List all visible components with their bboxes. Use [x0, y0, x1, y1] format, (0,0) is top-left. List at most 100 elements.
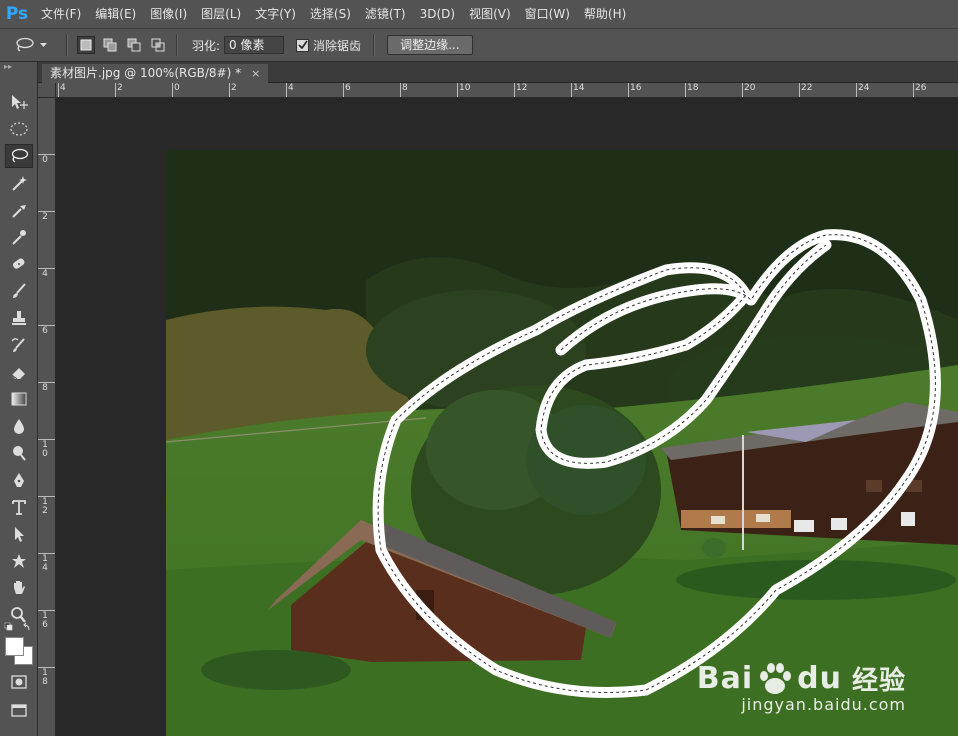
dodge-tool[interactable] [5, 441, 33, 465]
color-swatches[interactable] [4, 636, 34, 666]
custom-shape-tool[interactable] [5, 549, 33, 573]
magic-wand-icon [12, 176, 27, 191]
options-bar: 羽化: 0 像素 消除锯齿 调整边缘... [0, 28, 958, 62]
ruler-v-tick [38, 382, 55, 383]
default-colors-icon[interactable] [4, 622, 34, 637]
subtract-from-selection-button[interactable] [125, 36, 143, 54]
baidu-watermark: Bai du 经验 jingyan.baidu.com [697, 660, 906, 714]
menu-window[interactable]: 窗口(W) [518, 0, 577, 28]
menu-filter[interactable]: 滤镜(T) [358, 0, 413, 28]
ruler-h-label: 2 [117, 83, 123, 93]
menu-edit[interactable]: 编辑(E) [88, 0, 143, 28]
pen-icon [14, 473, 24, 487]
ruler-h-label: 14 [573, 83, 585, 93]
ruler-h-label: 4 [60, 83, 66, 93]
path-selection-tool[interactable] [5, 522, 33, 546]
ruler-h-tick [514, 83, 515, 97]
eraser-icon [11, 368, 25, 380]
history-brush-tool[interactable] [5, 333, 33, 357]
healing-brush-tool[interactable] [5, 252, 33, 276]
move-tool[interactable] [5, 90, 33, 114]
feather-input[interactable]: 0 像素 [224, 36, 285, 54]
gradient-tool[interactable] [5, 387, 33, 411]
ruler-v-tick [38, 268, 55, 269]
panel-grip-icon[interactable]: ▸▸ [0, 62, 37, 72]
menu-type[interactable]: 文字(Y) [248, 0, 303, 28]
antialias-checkbox[interactable] [296, 38, 310, 52]
ruler-h-label: 24 [858, 83, 870, 93]
foreground-color-swatch[interactable] [5, 637, 24, 656]
ruler-v-label: 2 [42, 212, 48, 222]
document-tab-title: 素材图片.jpg @ 100%(RGB/8#) * [50, 66, 242, 80]
hand-icon [14, 581, 25, 594]
horizontal-ruler[interactable]: 4 2 0 2 4 6 8 10 12 14 16 18 20 22 24 26 [56, 83, 958, 98]
path-select-icon [15, 527, 24, 542]
stamp-icon [12, 311, 26, 325]
ruler-h-label: 26 [915, 83, 927, 93]
vertical-ruler[interactable]: 0 2 4 6 8 10 12 14 16 18 [38, 98, 56, 736]
ruler-v-label: 10 [42, 440, 48, 459]
gradient-icon [11, 392, 27, 406]
ruler-h-label: 4 [288, 83, 294, 93]
menu-3d[interactable]: 3D(D) [413, 0, 462, 28]
ruler-v-tick [38, 496, 55, 497]
ruler-h-label: 20 [744, 83, 756, 93]
menu-view[interactable]: 视图(V) [462, 0, 518, 28]
menu-select[interactable]: 选择(S) [303, 0, 358, 28]
new-selection-icon [80, 39, 92, 51]
ruler-h-tick [628, 83, 629, 97]
eyedropper-tool[interactable] [5, 225, 33, 249]
clone-stamp-tool[interactable] [5, 306, 33, 330]
eyedropper-icon [12, 205, 26, 218]
ruler-v-tick [38, 610, 55, 611]
document-image[interactable] [166, 150, 958, 736]
screen-mode-button[interactable] [5, 698, 33, 722]
type-tool[interactable] [5, 495, 33, 519]
ruler-h-tick [400, 83, 401, 97]
tool-preset-picker[interactable] [14, 32, 60, 58]
divider [66, 34, 68, 56]
lasso-icon [11, 148, 29, 163]
close-icon[interactable]: × [251, 64, 260, 83]
intersect-selection-button[interactable] [149, 36, 167, 54]
ruler-h-label: 6 [345, 83, 351, 93]
ruler-v-label: 6 [42, 326, 48, 336]
canvas-area[interactable]: Bai du 经验 jingyan.baidu.com [56, 98, 958, 736]
new-selection-button[interactable] [77, 36, 95, 54]
eraser-tool[interactable] [5, 360, 33, 384]
ruler-h-label: 0 [174, 83, 180, 93]
magic-wand-tool[interactable] [5, 171, 33, 195]
photoshop-logo: Ps [5, 4, 29, 24]
tools-panel: ▸▸ [0, 62, 38, 736]
crop-tool[interactable] [5, 198, 33, 222]
screen-mode-icon [11, 704, 27, 717]
refine-edge-button[interactable]: 调整边缘... [387, 35, 473, 55]
quick-mask-button[interactable] [5, 670, 33, 694]
ruler-h-tick [172, 83, 173, 97]
shape-icon [12, 554, 26, 568]
lasso-tool[interactable] [5, 144, 33, 168]
document-tab[interactable]: 素材图片.jpg @ 100%(RGB/8#) * × [42, 64, 269, 83]
hand-tool[interactable] [5, 576, 33, 600]
move-icon [12, 95, 28, 109]
ruler-v-tick [38, 439, 55, 440]
elliptical-marquee-tool[interactable] [5, 117, 33, 141]
menu-help[interactable]: 帮助(H) [577, 0, 633, 28]
menu-file[interactable]: 文件(F) [34, 0, 88, 28]
subtract-selection-icon [127, 38, 141, 52]
add-selection-icon [103, 38, 117, 52]
ruler-h-tick [343, 83, 344, 97]
ruler-v-label: 14 [42, 554, 48, 573]
ruler-origin[interactable] [38, 83, 56, 98]
menu-layer[interactable]: 图层(L) [194, 0, 248, 28]
pen-tool[interactable] [5, 468, 33, 492]
add-to-selection-button[interactable] [101, 36, 119, 54]
brush-tool[interactable] [5, 279, 33, 303]
menu-image[interactable]: 图像(I) [143, 0, 194, 28]
ruler-h-tick [115, 83, 116, 97]
paw-icon [760, 662, 792, 694]
ruler-h-tick [58, 83, 59, 97]
ruler-v-label: 12 [42, 497, 48, 516]
blur-tool[interactable] [5, 414, 33, 438]
watermark-brand: Bai [696, 661, 754, 696]
